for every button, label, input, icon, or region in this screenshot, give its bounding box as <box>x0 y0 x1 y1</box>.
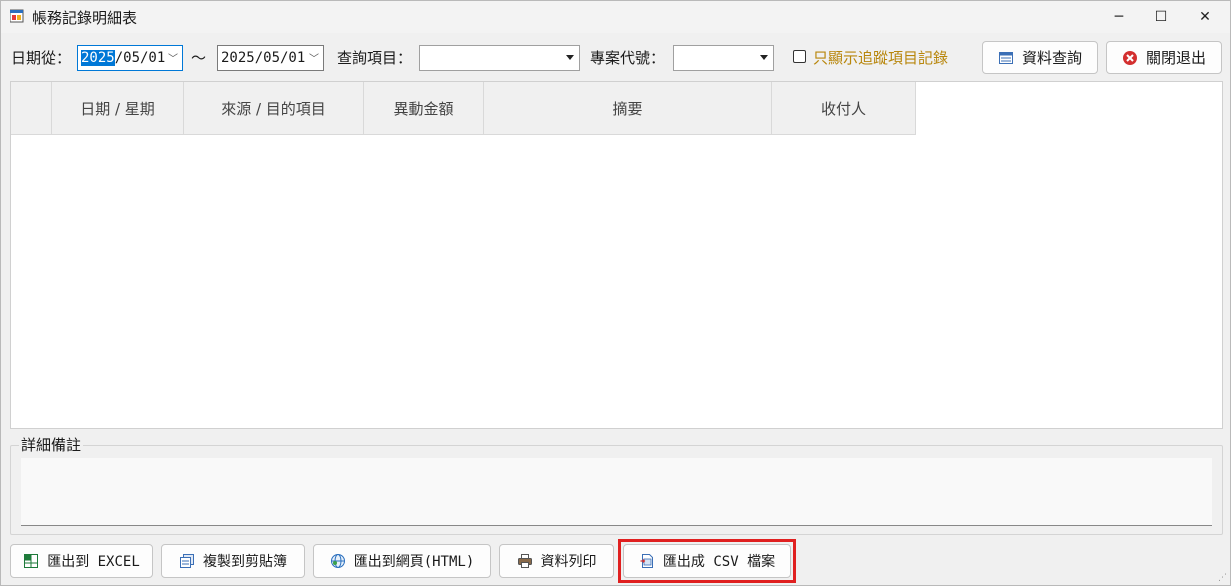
close-icon: ✕ <box>1199 9 1211 25</box>
row-header-corner[interactable] <box>11 82 52 135</box>
close-window-button[interactable]: ✕ <box>1185 1 1225 33</box>
app-window-icon <box>10 9 24 23</box>
excel-icon <box>24 554 39 568</box>
export-html-label: 匯出到網頁(HTML) <box>353 554 475 570</box>
date-to-value: 2025/05/01 <box>221 50 306 66</box>
column-header-date[interactable]: 日期 / 星期 <box>52 82 184 135</box>
resize-grip-icon[interactable]: ⋰ <box>1218 573 1228 583</box>
records-grid[interactable]: 日期 / 星期 來源 / 目的項目 異動金額 摘要 收付人 <box>10 81 1223 429</box>
main-window: 帳務記錄明細表 ─ ☐ ✕ 日期從： 2025/05/01 ﹀ ～ 2025/0… <box>0 0 1231 586</box>
window-title: 帳務記錄明細表 <box>32 9 138 27</box>
dropdown-arrow-icon <box>566 55 574 60</box>
minimize-icon: ─ <box>1114 9 1124 25</box>
column-header-source-target[interactable]: 來源 / 目的項目 <box>184 82 364 135</box>
query-item-label: 查詢項目： <box>337 49 413 67</box>
copy-clipboard-label: 複製到剪貼簿 <box>203 554 287 570</box>
print-label: 資料列印 <box>540 554 597 570</box>
column-header-payee[interactable]: 收付人 <box>772 82 916 135</box>
range-separator: ～ <box>191 49 207 67</box>
printer-icon <box>517 554 532 568</box>
notes-textarea[interactable] <box>21 458 1212 526</box>
close-circle-icon <box>1122 50 1137 65</box>
date-from-year-selected: 2025 <box>81 50 115 66</box>
title-bar: 帳務記錄明細表 ─ ☐ ✕ <box>1 1 1230 33</box>
minimize-button[interactable]: ─ <box>1099 1 1139 33</box>
maximize-icon: ☐ <box>1154 9 1168 25</box>
query-item-combo[interactable] <box>419 45 580 71</box>
date-from-picker[interactable]: 2025/05/01 ﹀ <box>77 45 183 71</box>
export-excel-label: 匯出到 EXCEL <box>47 554 140 570</box>
date-to-picker[interactable]: 2025/05/01 ﹀ <box>217 45 324 71</box>
chevron-down-icon: ﹀ <box>309 54 319 65</box>
tracked-only-checkbox[interactable] <box>793 50 806 63</box>
project-code-label: 專案代號： <box>590 49 666 67</box>
copy-clipboard-button[interactable]: 複製到剪貼簿 <box>161 544 305 578</box>
date-from-rest: /05/01 <box>114 50 166 66</box>
query-button-label: 資料查詢 <box>1021 49 1082 67</box>
notes-title: 詳細備註 <box>19 434 84 455</box>
column-header-summary[interactable]: 摘要 <box>484 82 772 135</box>
export-csv-highlight-box <box>618 539 796 583</box>
close-exit-button-label: 關閉退出 <box>1145 49 1206 67</box>
query-button[interactable]: 資料查詢 <box>982 41 1098 74</box>
maximize-button[interactable]: ☐ <box>1141 1 1181 33</box>
print-button[interactable]: 資料列印 <box>499 544 614 578</box>
project-code-combo[interactable] <box>673 45 774 71</box>
export-excel-button[interactable]: 匯出到 EXCEL <box>10 544 153 578</box>
export-html-button[interactable]: 匯出到網頁(HTML) <box>313 544 491 578</box>
globe-icon <box>330 554 345 568</box>
chevron-down-icon: ﹀ <box>168 54 178 65</box>
table-icon <box>998 51 1013 64</box>
grid-header: 日期 / 星期 來源 / 目的項目 異動金額 摘要 收付人 <box>11 82 916 135</box>
clipboard-icon <box>180 554 194 568</box>
close-exit-button[interactable]: 關閉退出 <box>1106 41 1222 74</box>
tracked-only-label[interactable]: 只顯示追蹤項目記錄 <box>813 47 948 68</box>
column-header-amount[interactable]: 異動金額 <box>364 82 484 135</box>
dropdown-arrow-icon <box>760 55 768 60</box>
date-from-label: 日期從： <box>11 49 72 67</box>
